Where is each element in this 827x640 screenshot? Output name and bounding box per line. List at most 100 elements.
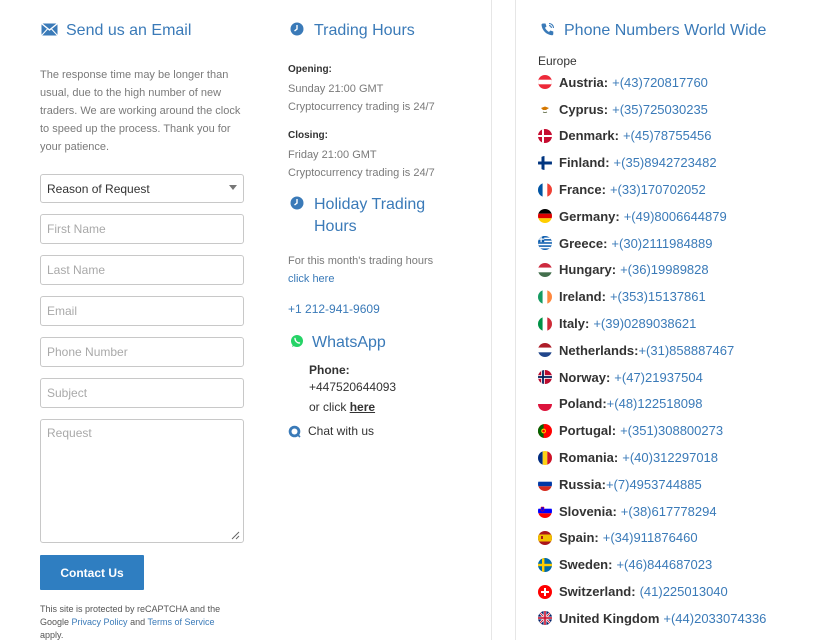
country-row-spain: Spain: +(34)911876460 [538, 525, 818, 552]
email-intro: The response time may be longer than usu… [40, 69, 241, 153]
country-name: Slovenia: [559, 503, 617, 519]
holiday-text: For this month's trading hours [288, 255, 434, 267]
country-row-romania: Romania: +(40)312297018 [538, 444, 818, 471]
chevron-down-icon [229, 185, 237, 190]
country-row-cyprus: Cyprus: +(35)725030235 [538, 96, 818, 123]
country-name: Ireland: [559, 289, 606, 305]
email-section-title: Send us an Email [40, 20, 244, 42]
country-name: Denmark: [559, 128, 619, 144]
column-divider [491, 0, 492, 640]
country-name: Switzerland: [559, 584, 636, 600]
contact-us-button[interactable]: Contact Us [40, 555, 144, 590]
closing-label: Closing: [288, 130, 328, 141]
privacy-policy-link[interactable]: Privacy Policy [72, 617, 128, 627]
country-row-ireland: Ireland: +(353)15137861 [538, 283, 818, 310]
country-phone-link[interactable]: +(46)844687023 [616, 557, 712, 572]
country-row-norway: Norway: +(47)21937504 [538, 364, 818, 391]
country-phone-link[interactable]: +(43)720817760 [612, 75, 708, 90]
email-section: Send us an Email The response time may b… [40, 0, 244, 640]
country-row-portugal: Portugal: +(351)308800273 [538, 417, 818, 444]
holiday-click-here-link[interactable]: click here [288, 270, 478, 288]
poland-flag-icon [538, 396, 552, 411]
chat-bubble-icon [288, 425, 301, 438]
phone-number-field[interactable]: Phone Number [40, 337, 244, 367]
country-row-austria: Austria: +(43)720817760 [538, 69, 818, 96]
resize-handle-icon[interactable] [230, 529, 240, 540]
request-placeholder: Request [47, 426, 92, 440]
country-row-greece: Greece: +(30)2111984889 [538, 230, 818, 257]
envelope-icon [40, 20, 58, 38]
denmark-flag-icon [538, 128, 552, 143]
holiday-hours-title-text: Holiday Trading Hours [314, 196, 426, 235]
country-row-netherlands: Netherlands: +(31)858887467 [538, 337, 818, 364]
reason-select[interactable]: Reason of Request [40, 174, 244, 203]
country-phone-link[interactable]: +(351)308800273 [620, 423, 723, 438]
country-name: Romania: [559, 450, 619, 466]
country-phone-link[interactable]: +(40)312297018 [622, 450, 718, 465]
country-phone-link[interactable]: +(44)2033074336 [663, 611, 766, 626]
country-name: Portugal: [559, 423, 617, 439]
email-field[interactable]: Email [40, 296, 244, 326]
country-name: Netherlands: [559, 342, 639, 358]
country-phone-link[interactable]: +(35)8942723482 [614, 155, 717, 170]
region-label: Europe [538, 54, 577, 68]
country-phone-link[interactable]: +(45)78755456 [623, 128, 712, 143]
column-divider [515, 0, 516, 640]
request-textarea[interactable]: Request [40, 419, 244, 543]
country-phone-link[interactable]: +(7)4953744885 [606, 477, 702, 492]
country-phone-link[interactable]: +(35)725030235 [612, 102, 708, 117]
country-name: Norway: [559, 369, 611, 385]
chat-with-us-label: Chat with us [308, 424, 375, 438]
country-name: Russia: [559, 476, 606, 492]
country-phone-link[interactable]: +(36)19989828 [620, 262, 709, 277]
spain-flag-icon [538, 530, 552, 545]
first-name-field[interactable]: First Name [40, 214, 244, 244]
phone-numbers-title-text: Phone Numbers World Wide [564, 22, 767, 39]
country-name: Italy: [559, 316, 590, 332]
trading-info-section: Trading Hours Opening: Sunday 21:00 GMT … [288, 0, 478, 438]
country-phone-link[interactable]: +(49)8006644879 [624, 209, 727, 224]
chat-with-us-link[interactable]: Chat with us [288, 424, 478, 438]
cyprus-flag-icon [538, 102, 552, 117]
country-row-slovenia: Slovenia: +(38)617778294 [538, 498, 818, 525]
country-name: Spain: [559, 530, 599, 546]
whatsapp-or-click: or click here [309, 400, 478, 414]
country-phone-link[interactable]: +(353)15137861 [610, 289, 706, 304]
greece-flag-icon [538, 236, 552, 251]
country-phone-link[interactable]: +(39)0289038621 [593, 316, 696, 331]
country-name: Cyprus: [559, 101, 609, 117]
country-list: Austria: +(43)720817760 Cyprus: +(35)725030… [538, 69, 818, 632]
country-phone-link[interactable]: +(47)21937504 [614, 370, 703, 385]
country-name: Finland: [559, 155, 610, 171]
whatsapp-phone-number[interactable]: +447520644093 [309, 380, 478, 394]
country-row-finland: Finland: +(35)8942723482 [538, 149, 818, 176]
country-phone-link[interactable]: +(34)911876460 [603, 530, 698, 545]
uk-flag-icon [538, 611, 552, 626]
austria-flag-icon [538, 75, 552, 90]
last-name-field[interactable]: Last Name [40, 255, 244, 285]
country-name: Germany: [559, 208, 620, 224]
country-name: Austria: [559, 74, 609, 90]
country-phone-link[interactable]: +(30)2111984889 [611, 236, 712, 251]
country-phone-link[interactable]: +(48)122518098 [607, 396, 703, 411]
opening-time: Sunday 21:00 GMT [288, 83, 384, 95]
terms-of-service-link[interactable]: Terms of Service [147, 617, 214, 627]
country-phone-link[interactable]: +(33)170702052 [610, 182, 706, 197]
apply-text: apply. [40, 630, 64, 640]
recaptcha-notice: This site is protected by reCAPTCHA and … [40, 603, 244, 640]
clock-icon [288, 194, 306, 212]
norway-flag-icon [538, 370, 552, 385]
country-phone-link[interactable]: (41)225013040 [640, 584, 728, 599]
country-phone-link[interactable]: +(38)617778294 [621, 504, 717, 519]
country-row-poland: Poland: +(48)122518098 [538, 391, 818, 418]
country-row-russia: Russia: +(7)4953744885 [538, 471, 818, 498]
whatsapp-phone-label: Phone: [309, 363, 350, 377]
whatsapp-here-link[interactable]: here [350, 400, 375, 414]
phone-numbers-title: Phone Numbers World Wide [538, 20, 818, 42]
whatsapp-title: WhatsApp [288, 332, 478, 354]
country-name: Poland: [559, 396, 607, 412]
reason-select-value: Reason of Request [47, 181, 150, 196]
country-phone-link[interactable]: +(31)858887467 [638, 343, 734, 358]
subject-field[interactable]: Subject [40, 378, 244, 408]
holiday-phone-link[interactable]: +1 212-941-9609 [288, 302, 478, 316]
